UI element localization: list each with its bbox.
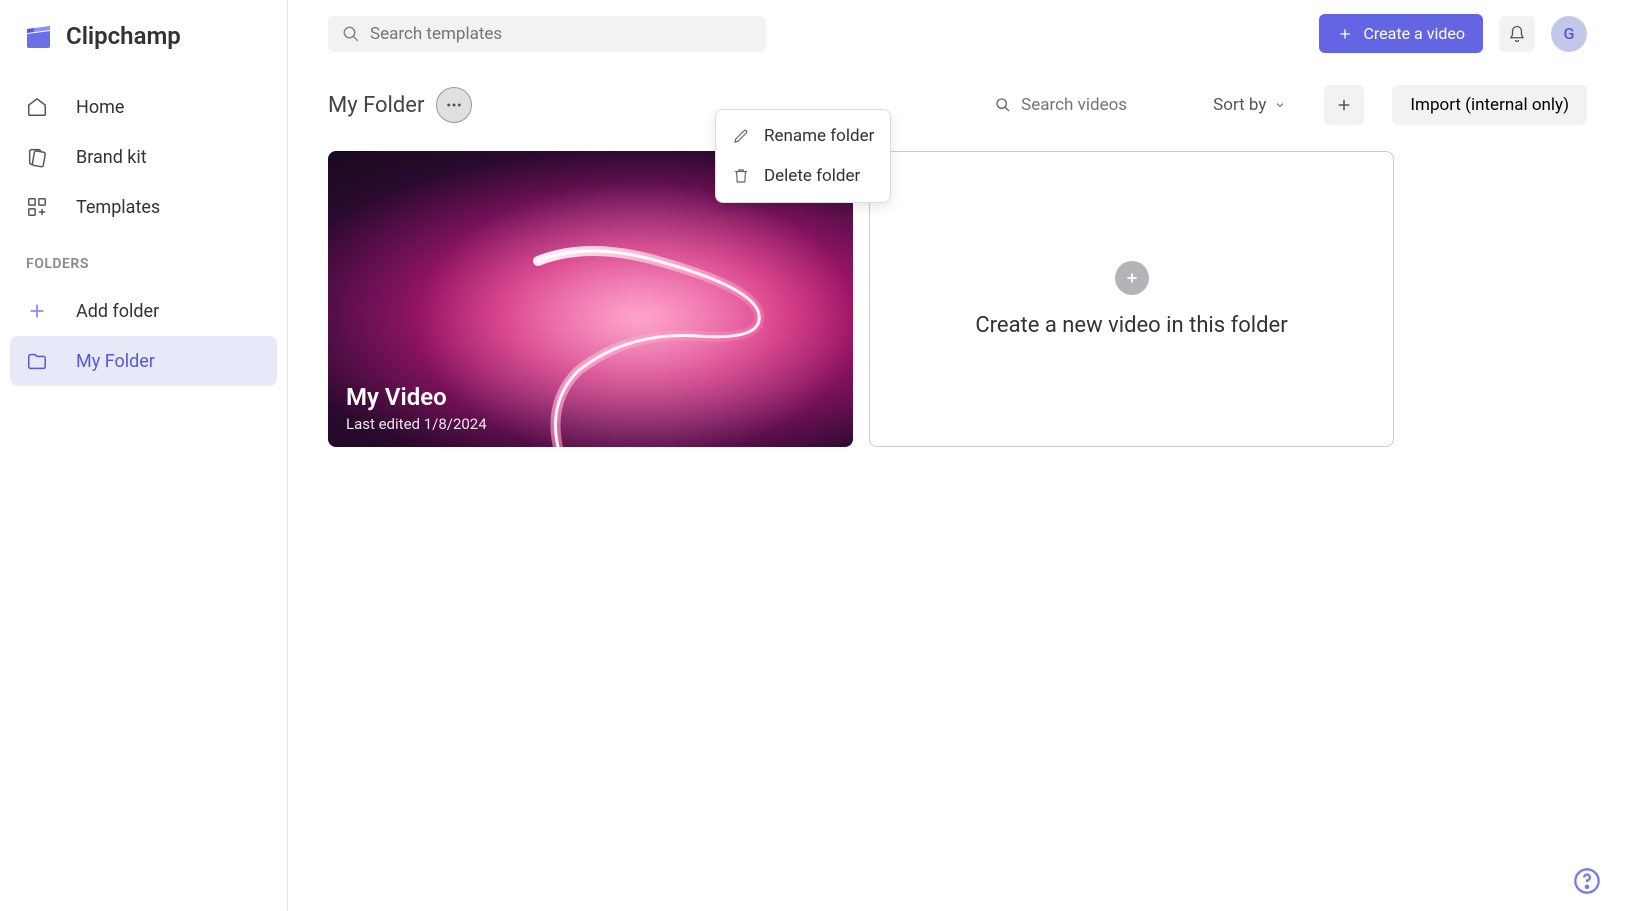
sidebar: Clipchamp Home Brand kit Templat (0, 0, 288, 911)
dropdown-item-label: Rename folder (764, 126, 874, 146)
search-input[interactable] (370, 24, 752, 44)
video-last-edited: Last edited 1/8/2024 (346, 415, 487, 433)
avatar[interactable]: G (1551, 16, 1587, 52)
notifications-button[interactable] (1499, 16, 1535, 52)
create-video-button[interactable]: Create a video (1319, 14, 1483, 53)
pencil-icon (732, 127, 750, 145)
more-horizontal-icon (445, 96, 463, 114)
sidebar-add-folder[interactable]: Add folder (10, 286, 277, 336)
import-button[interactable]: Import (internal only) (1392, 85, 1587, 125)
sidebar-item-home[interactable]: Home (10, 82, 277, 132)
search-templates-field[interactable] (328, 16, 766, 52)
sidebar-item-label: My Folder (76, 351, 155, 372)
video-title: My Video (346, 383, 487, 411)
search-videos-input[interactable] (1021, 95, 1181, 115)
trash-icon (732, 167, 750, 185)
avatar-initial: G (1564, 24, 1575, 43)
sidebar-item-brandkit[interactable]: Brand kit (10, 132, 277, 182)
create-video-in-folder-card[interactable]: Create a new video in this folder (869, 151, 1394, 447)
sidebar-item-templates[interactable]: Templates (10, 182, 277, 232)
search-icon (995, 97, 1011, 113)
video-cards-grid: My Video Last edited 1/8/2024 Create a n… (328, 151, 1587, 447)
video-card-info: My Video Last edited 1/8/2024 (346, 383, 487, 433)
brandkit-icon (26, 146, 48, 168)
content-header: My Folder Sort by (328, 85, 1587, 125)
page-title: My Folder (328, 93, 424, 118)
app-name: Clipchamp (66, 22, 181, 50)
search-icon (342, 25, 360, 43)
create-video-label: Create a video (1363, 24, 1465, 43)
help-icon (1573, 867, 1601, 895)
rename-folder-item[interactable]: Rename folder (716, 116, 890, 156)
sidebar-item-label: Home (76, 97, 124, 118)
templates-icon (26, 196, 48, 218)
app-logo[interactable]: Clipchamp (10, 18, 277, 54)
clipchamp-logo-icon (20, 18, 56, 54)
topbar: Create a video G (288, 0, 1627, 67)
sidebar-item-label: Brand kit (76, 147, 147, 168)
bell-icon (1508, 25, 1526, 43)
sidebar-item-label: Add folder (76, 301, 159, 322)
folder-actions-dropdown: Rename folder Delete folder (715, 109, 891, 203)
plus-circle-icon (1115, 261, 1149, 295)
main-content: Create a video G My Folder (288, 0, 1627, 911)
create-video-label: Create a new video in this folder (975, 313, 1287, 338)
folder-more-button[interactable] (436, 87, 472, 123)
home-icon (26, 96, 48, 118)
help-button[interactable] (1567, 861, 1607, 901)
folders-heading: FOLDERS (10, 248, 277, 280)
dropdown-item-label: Delete folder (764, 166, 860, 186)
delete-folder-item[interactable]: Delete folder (716, 156, 890, 196)
sort-by-label: Sort by (1213, 95, 1266, 115)
search-videos-field[interactable] (985, 89, 1191, 121)
sort-by-button[interactable]: Sort by (1203, 89, 1296, 121)
folder-icon (26, 350, 48, 372)
sidebar-folder-item[interactable]: My Folder (10, 336, 277, 386)
chevron-down-icon (1274, 99, 1286, 111)
plus-icon (26, 300, 48, 322)
sidebar-item-label: Templates (76, 197, 160, 218)
add-button[interactable] (1324, 85, 1364, 125)
plus-icon (1337, 26, 1353, 42)
plus-icon (1335, 96, 1353, 114)
content-area: My Folder Sort by (288, 67, 1627, 465)
